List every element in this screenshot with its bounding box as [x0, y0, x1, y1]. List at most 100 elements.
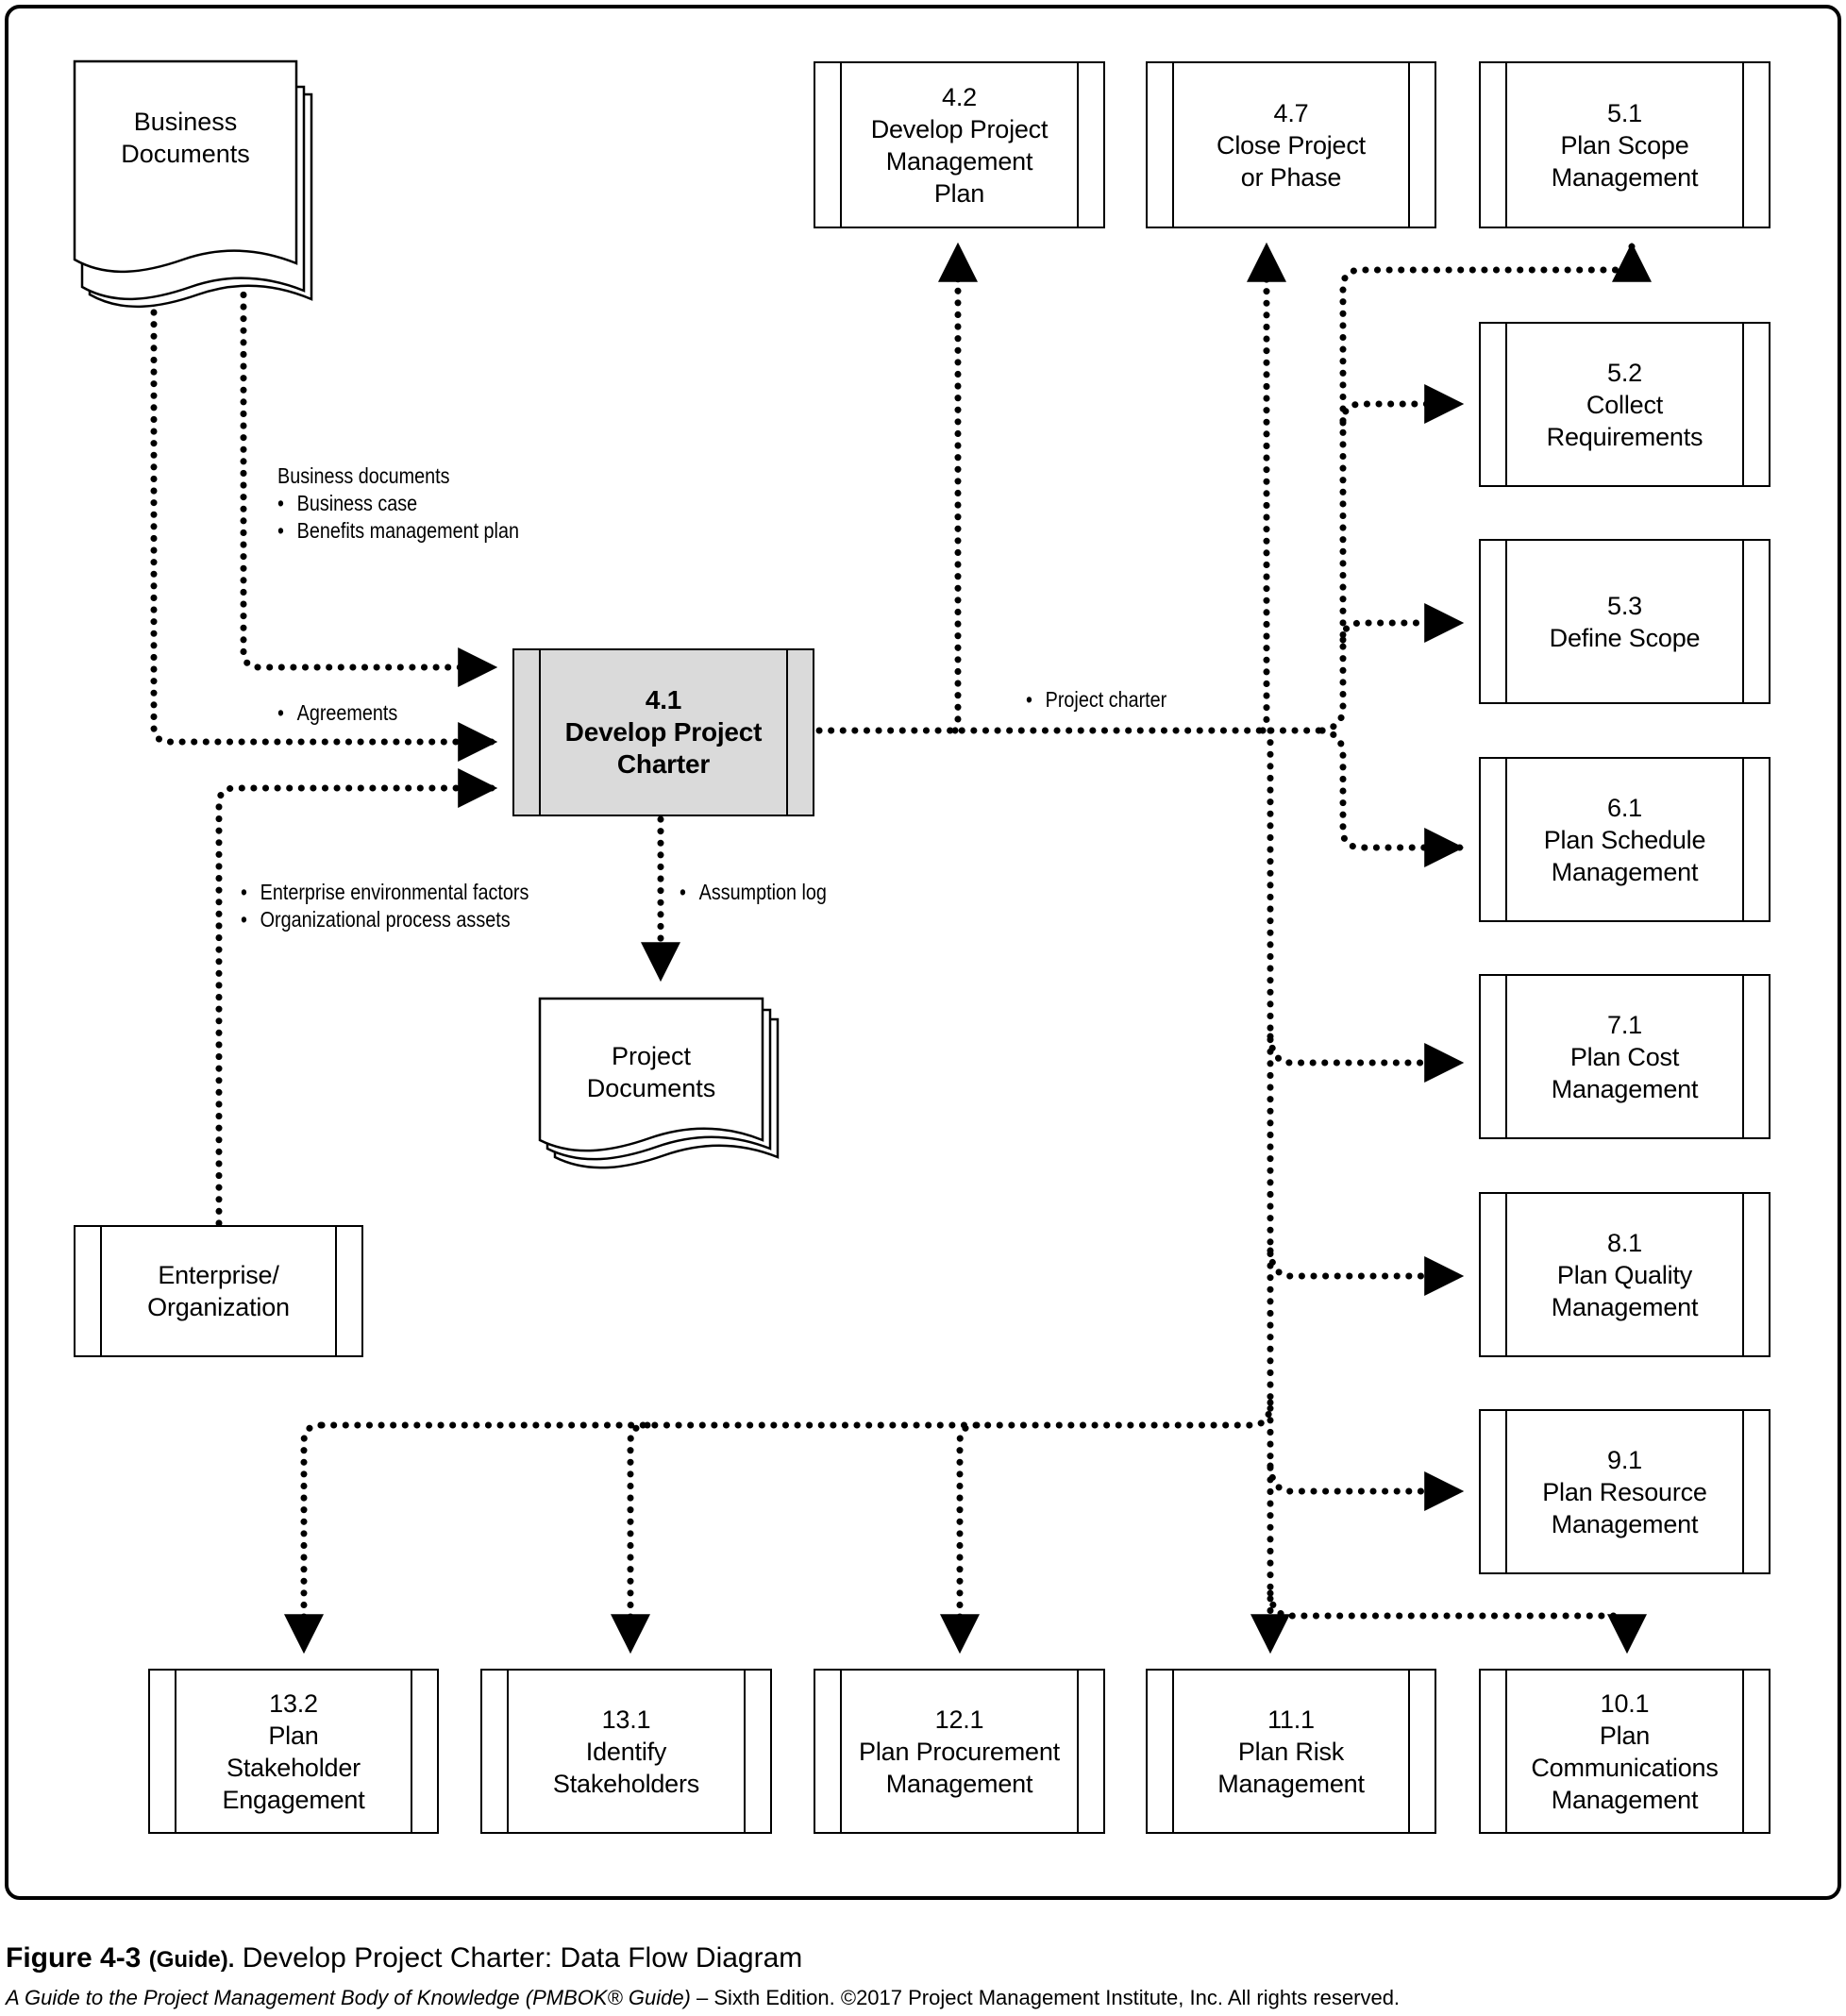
credit-rights: – Sixth Edition. ©2017 Project Managemen… [690, 1986, 1401, 2009]
flow-label-heading: Business documents [277, 463, 450, 488]
process-name-line: Plan Schedule [1543, 825, 1706, 854]
process-name-line: Management [1551, 1785, 1699, 1814]
process-name-line: Management [885, 1769, 1033, 1798]
flow-to-9-1 [1267, 1462, 1465, 1511]
flow-label-item: Enterprise environmental factors [241, 879, 529, 906]
flow-to-6-1 [1318, 727, 1465, 867]
flow-label-item: Assumption log [680, 879, 827, 906]
flow-label-item: Benefits management plan [277, 517, 519, 545]
process-label: 4.7 Close Project or Phase [1188, 97, 1394, 193]
process-name-line: Plan Procurement [859, 1737, 1060, 1766]
process-4-1-develop-project-charter[interactable]: 4.1 Develop Project Charter [512, 648, 814, 816]
process-name-line: Management [1217, 1769, 1365, 1798]
credit-source: A Guide to the Project Management Body o… [6, 1986, 691, 2009]
flow-business-docs [240, 244, 498, 687]
process-name-line: Plan [933, 178, 985, 208]
process-name-line: Management [1551, 162, 1699, 192]
process-label: 8.1 Plan Quality Management [1523, 1227, 1727, 1323]
process-9-1-plan-resource-management[interactable]: 9.1 Plan Resource Management [1479, 1409, 1770, 1574]
process-number: 4.1 [645, 685, 682, 714]
process-name-line: Management [1551, 857, 1699, 886]
figure-title: Develop Project Charter: Data Flow Diagr… [242, 1942, 803, 1974]
process-name-line: Management [1551, 1074, 1699, 1103]
process-name-line: Develop Project [870, 114, 1049, 143]
process-5-2-collect-requirements[interactable]: 5.2 Collect Requirements [1479, 322, 1770, 487]
process-13-1-identify-stakeholders[interactable]: 13.1 Identify Stakeholders [480, 1669, 772, 1834]
process-name-line: Communications [1531, 1753, 1719, 1782]
process-5-3-define-scope[interactable]: 5.3 Define Scope [1479, 539, 1770, 704]
process-label: 7.1 Plan Cost Management [1523, 1009, 1727, 1105]
flow-to-4-7 [1247, 242, 1286, 734]
process-10-1-plan-communications-management[interactable]: 10.1 Plan Communications Management [1479, 1669, 1770, 1834]
process-number: 13.2 [269, 1688, 318, 1718]
flow-label-enterprise: Enterprise environmental factors Organiz… [241, 879, 529, 933]
process-7-1-plan-cost-management[interactable]: 7.1 Plan Cost Management [1479, 974, 1770, 1139]
flow-to-10-1 [1267, 1589, 1647, 1655]
process-number: 13.1 [601, 1705, 651, 1734]
flow-label-project-charter: Project charter [1026, 686, 1167, 714]
process-label: 5.2 Collect Requirements [1519, 357, 1732, 453]
flow-label-item: Project charter [1026, 686, 1167, 714]
project-documents-line: Project [611, 1042, 692, 1070]
process-5-1-plan-scope-management[interactable]: 5.1 Plan Scope Management [1479, 61, 1770, 228]
process-4-2-develop-pm-plan[interactable]: 4.2 Develop Project Management Plan [814, 61, 1105, 228]
process-name-line: Identify [585, 1737, 667, 1766]
process-name-line: Stakeholders [552, 1769, 700, 1798]
flow-label-item: Agreements [277, 699, 398, 727]
flow-label-business-documents: Business documents Business case Benefit… [277, 462, 519, 545]
process-name-line: Plan Risk [1237, 1737, 1345, 1766]
process-number: 7.1 [1607, 1010, 1642, 1039]
process-name-line: Close Project [1217, 130, 1366, 160]
flow-to-12-1 [940, 1421, 981, 1655]
process-number: 10.1 [1600, 1688, 1650, 1718]
business-documents-shape [73, 59, 313, 309]
process-name-line: Define Scope [1549, 623, 1701, 652]
figure-tag: (Guide). [148, 1947, 235, 1973]
process-11-1-plan-risk-management[interactable]: 11.1 Plan Risk Management [1146, 1669, 1436, 1834]
process-13-2-plan-stakeholder-engagement[interactable]: 13.2 Plan Stakeholder Engagement [148, 1669, 439, 1834]
process-name-line: Plan Quality [1556, 1260, 1693, 1289]
process-number: 4.2 [942, 82, 977, 111]
flow-to-13-2 [284, 1421, 325, 1655]
figure-number: Figure 4-3 [6, 1942, 142, 1974]
figure-credit: A Guide to the Project Management Body o… [6, 1986, 1400, 2010]
process-name-line: Plan [1599, 1721, 1651, 1750]
process-name-line: Charter [616, 749, 711, 779]
process-12-1-plan-procurement-management[interactable]: 12.1 Plan Procurement Management [814, 1669, 1105, 1834]
process-label: 12.1 Plan Procurement Management [831, 1704, 1088, 1800]
process-number: 11.1 [1267, 1705, 1315, 1734]
process-label: 13.2 Plan Stakeholder Engagement [193, 1688, 393, 1816]
process-label: 4.2 Develop Project Management Plan [843, 81, 1077, 210]
flow-label-item: Organizational process assets [241, 906, 529, 933]
flow-label-item: Business case [277, 490, 519, 517]
process-label: 10.1 Plan Communications Management [1502, 1688, 1746, 1816]
project-documents-line: Documents [586, 1074, 716, 1102]
process-number: 5.3 [1607, 591, 1642, 620]
process-label: 11.1 Plan Risk Management [1189, 1704, 1393, 1800]
enterprise-organization[interactable]: Enterprise/ Organization [74, 1225, 363, 1357]
process-name-line: or Phase [1240, 162, 1342, 192]
process-name-line: Management [1551, 1292, 1699, 1321]
process-6-1-plan-schedule-management[interactable]: 6.1 Plan Schedule Management [1479, 757, 1770, 922]
process-name-line: Requirements [1546, 422, 1703, 451]
process-number: 6.1 [1607, 793, 1642, 822]
process-name-line: Enterprise/ [158, 1261, 279, 1289]
process-name-line: Management [1551, 1509, 1699, 1538]
process-number: 4.7 [1273, 98, 1309, 127]
process-name-line: Plan Scope [1560, 130, 1689, 160]
process-name-line: Collect [1586, 390, 1664, 419]
process-label: 13.1 Identify Stakeholders [525, 1704, 728, 1800]
process-name-line: Plan Cost [1569, 1042, 1680, 1071]
process-8-1-plan-quality-management[interactable]: 8.1 Plan Quality Management [1479, 1192, 1770, 1357]
process-name-line: Engagement [222, 1785, 365, 1814]
process-label: 5.1 Plan Scope Management [1523, 97, 1727, 193]
process-name-line: Develop Project [564, 717, 763, 747]
process-number: 12.1 [934, 1705, 984, 1734]
flow-to-13-1 [611, 1421, 651, 1655]
business-documents-line: Business [133, 108, 238, 136]
process-name-line: Plan [268, 1721, 319, 1750]
process-number: 9.1 [1607, 1445, 1642, 1474]
flow-bottom-bus [317, 1399, 1274, 1429]
flow-enterprise [215, 768, 498, 1227]
process-4-7-close-project[interactable]: 4.7 Close Project or Phase [1146, 61, 1436, 228]
